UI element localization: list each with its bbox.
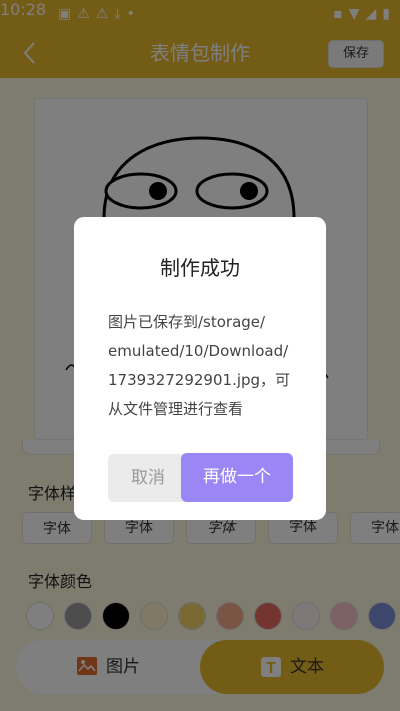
dialog-message-line: 从文件管理进行查看	[108, 400, 244, 418]
dialog-title: 制作成功	[160, 256, 240, 280]
make-another-button[interactable]: 再做一个	[181, 453, 293, 502]
dialog-message-line: emulated/10/Download/	[108, 342, 289, 360]
dialog-message-line: 1739327292901.jpg，可	[108, 371, 291, 389]
dialog-message: 图片已保存到/storage/ emulated/10/Download/ 17…	[108, 308, 298, 424]
cancel-button[interactable]: 取消	[108, 454, 188, 502]
dialog-message-line: 图片已保存到/storage/	[108, 313, 266, 331]
